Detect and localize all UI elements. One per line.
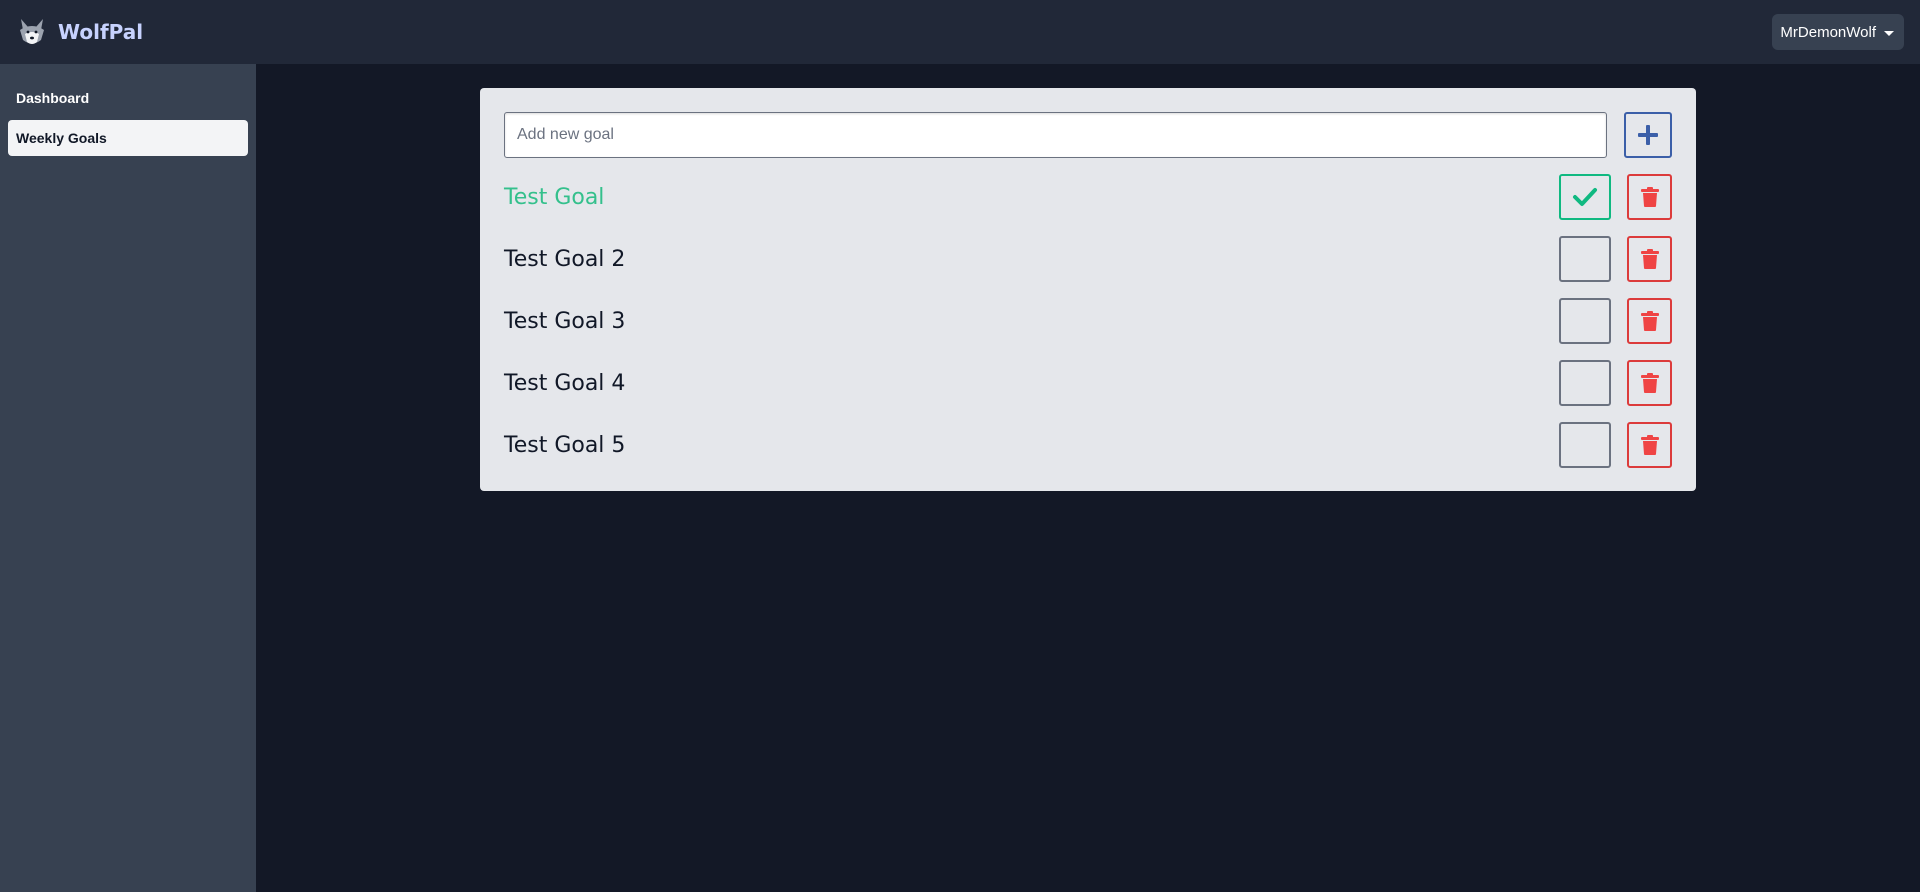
checkmark-icon — [1573, 188, 1597, 206]
user-menu-button[interactable]: MrDemonWolf — [1772, 14, 1904, 50]
goal-row: Test Goal 2 — [504, 236, 1672, 282]
caret-down-icon — [1884, 30, 1894, 36]
complete-toggle-button[interactable] — [1559, 236, 1611, 282]
goal-text: Test Goal 5 — [504, 432, 626, 458]
brand[interactable]: WolfPal — [16, 16, 143, 48]
weekly-goals-card: Test Goal Test Goal 2 — [480, 88, 1696, 491]
goal-text: Test Goal 3 — [504, 308, 626, 334]
complete-toggle-button[interactable] — [1559, 174, 1611, 220]
main-content: Test Goal Test Goal 2 — [256, 64, 1920, 892]
add-goal-button[interactable] — [1624, 112, 1672, 158]
plus-icon — [1638, 125, 1658, 145]
delete-goal-button[interactable] — [1627, 236, 1672, 282]
complete-toggle-button[interactable] — [1559, 360, 1611, 406]
complete-toggle-button[interactable] — [1559, 298, 1611, 344]
goal-row: Test Goal 5 — [504, 422, 1672, 468]
delete-goal-button[interactable] — [1627, 298, 1672, 344]
goal-row: Test Goal — [504, 174, 1672, 220]
goal-text: Test Goal 2 — [504, 246, 626, 272]
trash-icon — [1640, 187, 1659, 207]
goal-row: Test Goal 4 — [504, 360, 1672, 406]
sidebar: Dashboard Weekly Goals — [0, 64, 256, 892]
sidebar-item-dashboard[interactable]: Dashboard — [8, 80, 248, 116]
top-navbar: WolfPal MrDemonWolf — [0, 0, 1920, 64]
delete-goal-button[interactable] — [1627, 360, 1672, 406]
goal-text: Test Goal 4 — [504, 370, 626, 396]
sidebar-item-weekly-goals[interactable]: Weekly Goals — [8, 120, 248, 156]
add-goal-row — [504, 112, 1672, 158]
goal-text: Test Goal — [504, 184, 605, 210]
goal-row: Test Goal 3 — [504, 298, 1672, 344]
complete-toggle-button[interactable] — [1559, 422, 1611, 468]
new-goal-input[interactable] — [504, 112, 1607, 158]
brand-name: WolfPal — [58, 20, 144, 44]
goal-list: Test Goal Test Goal 2 Test Goal 3 Test G… — [504, 174, 1672, 468]
delete-goal-button[interactable] — [1627, 422, 1672, 468]
trash-icon — [1640, 435, 1659, 455]
trash-icon — [1640, 311, 1659, 331]
wolf-logo-icon — [20, 19, 44, 44]
delete-goal-button[interactable] — [1627, 174, 1672, 220]
trash-icon — [1640, 373, 1659, 393]
trash-icon — [1640, 249, 1659, 269]
username: MrDemonWolf — [1780, 23, 1876, 41]
